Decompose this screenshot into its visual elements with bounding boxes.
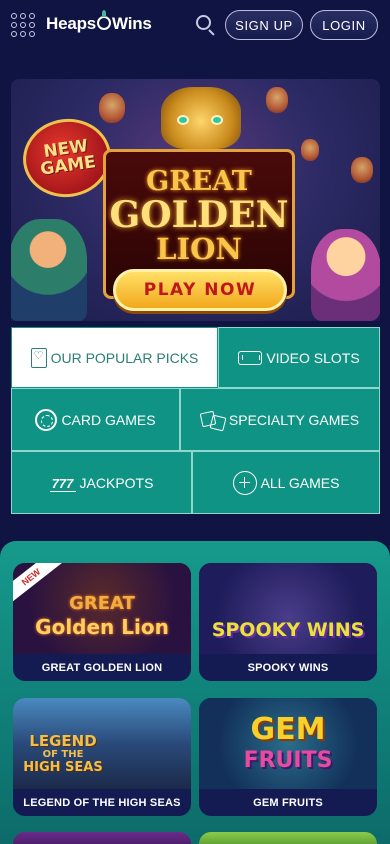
hero-banner[interactable]: NEW GAME GREAT GOLDEN LION PLAY NOW [11,79,380,321]
warrior-character-illustration [11,219,87,321]
game-card-spooky-wins[interactable]: SPOOKY WINS SPOOKY WINS [199,563,377,681]
grid-menu-icon[interactable] [11,13,37,39]
search-icon[interactable] [195,14,217,36]
category-label: JACKPOTS [79,474,154,491]
hero-title-line1: GREAT [146,166,252,197]
lantern-decoration [351,157,373,183]
lantern-decoration [301,139,319,161]
top-header: Heaps Wins SIGN UP LOGIN [0,0,390,52]
game-title: SPOOKY WINS [247,661,329,674]
game-thumbnail: LEGEND OF THE HIGH SEAS [13,698,191,789]
poker-chip-icon [35,408,58,431]
hero-title-line3: LION [156,232,242,266]
badge-line2: GAME [39,152,98,180]
game-title: LEGEND OF THE HIGH SEAS [23,796,181,809]
category-popular-picks[interactable]: OUR POPULAR PICKS [11,327,218,388]
jackpot-777-icon: 777 [49,474,76,492]
category-label: SPECIALTY GAMES [228,411,360,428]
lantern-decoration [99,93,125,123]
category-all-games[interactable]: ALL GAMES [192,451,380,514]
game-thumbnail: GEM FRUITS [199,698,377,789]
slot-machine-icon [238,350,263,365]
game-card-peek[interactable] [13,832,191,844]
category-card-games[interactable]: CARD GAMES [11,388,180,451]
game-card-great-golden-lion[interactable]: GREAT Golden Lion NEW GREAT GOLDEN LION [13,563,191,681]
game-thumbnail: SPOOKY WINS [199,563,377,654]
lantern-decoration [266,87,288,113]
category-label: CARD GAMES [61,411,156,428]
category-video-slots[interactable]: VIDEO SLOTS [218,327,380,388]
thumbnail-subtitle-2: HIGH SEAS [23,760,103,775]
game-thumbnail: GREAT Golden Lion NEW [13,563,191,654]
thumbnail-title: GREAT [69,593,135,614]
game-title: GREAT GOLDEN LION [41,661,163,674]
thumbnail-subtitle: FRUITS [243,748,333,773]
play-now-button[interactable]: PLAY NOW [113,269,287,311]
play-now-label: PLAY NOW [143,280,257,300]
category-label: OUR POPULAR PICKS [50,349,199,366]
buddha-character-illustration [311,229,380,321]
category-jackpots[interactable]: 777 JACKPOTS [11,451,192,514]
new-game-badge: NEW GAME [18,113,116,203]
signup-button[interactable]: SIGN UP [225,10,303,40]
category-specialty-games[interactable]: SPECIALTY GAMES [180,388,380,451]
category-label: VIDEO SLOTS [266,349,360,366]
lion-head-illustration [161,87,241,149]
category-label: ALL GAMES [260,474,340,491]
thumbnail-subtitle: Golden Lion [35,615,169,639]
logo-text-right: Wins [112,14,152,33]
thumbnail-title: SPOOKY WINS [211,619,365,641]
game-card-legend-of-the-high-seas[interactable]: LEGEND OF THE HIGH SEAS LEGEND OF THE HI… [13,698,191,816]
game-title: GEM FRUITS [253,796,323,809]
game-card-gem-fruits[interactable]: GEM FRUITS GEM FRUITS [199,698,377,816]
hero-title-line2: GOLDEN [109,194,289,236]
dice-icon [201,410,225,430]
thumbnail-subtitle: OF THE [42,749,84,760]
thumbnail-title: LEGEND [29,732,97,750]
thumbnail-title: GEM [250,712,326,747]
logo-text-left: Heaps [46,14,97,33]
site-logo[interactable]: Heaps Wins [46,10,152,34]
heart-card-icon [30,347,47,368]
login-button[interactable]: LOGIN [310,10,378,40]
logo-o-icon [97,10,112,30]
plus-circle-icon [232,470,257,495]
game-card-peek[interactable] [199,832,377,844]
